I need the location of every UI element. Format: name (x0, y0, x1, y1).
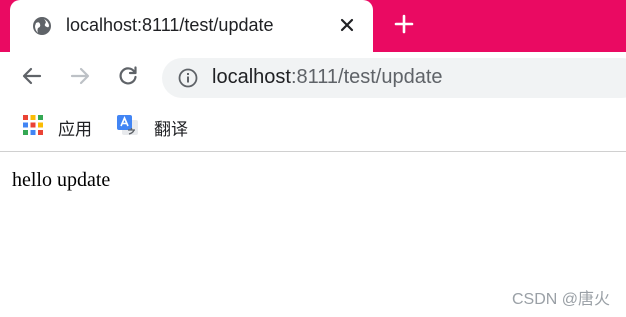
address-bar[interactable]: localhost:8111/test/update (162, 58, 626, 98)
url-path: :8111/test/update (290, 66, 443, 88)
google-translate-icon (116, 113, 140, 142)
back-button[interactable] (18, 64, 46, 92)
url-host: localhost (212, 66, 291, 88)
active-tab[interactable]: localhost:8111/test/update (10, 0, 373, 52)
tab-title: localhost:8111/test/update (66, 15, 274, 35)
page-content: hello update CSDN @唐火 (0, 153, 626, 317)
arrow-left-icon (21, 65, 43, 92)
bookmark-translate[interactable]: 翻译 (116, 114, 188, 140)
toolbar: localhost:8111/test/update (0, 52, 626, 104)
watermark: CSDN @唐火 (511, 291, 610, 308)
apps-grid-icon (22, 114, 44, 141)
globe-icon (32, 16, 52, 36)
bookmark-label: 应用 (58, 119, 92, 139)
arrow-right-icon (69, 65, 91, 92)
info-icon[interactable] (178, 68, 198, 88)
reload-button[interactable] (114, 64, 142, 92)
plus-icon (394, 14, 414, 39)
bookmark-apps[interactable]: 应用 (22, 114, 92, 140)
close-icon[interactable] (336, 14, 358, 36)
bookmark-label: 翻译 (154, 119, 188, 139)
page-body-text: hello update (12, 169, 111, 191)
forward-button[interactable] (66, 64, 94, 92)
bookmarks-bar: 应用 翻译 (0, 104, 626, 152)
url-text[interactable]: localhost:8111/test/update (212, 66, 443, 89)
new-tab-button[interactable] (390, 12, 418, 40)
reload-icon (117, 65, 139, 92)
tab-strip: localhost:8111/test/update (0, 0, 626, 52)
